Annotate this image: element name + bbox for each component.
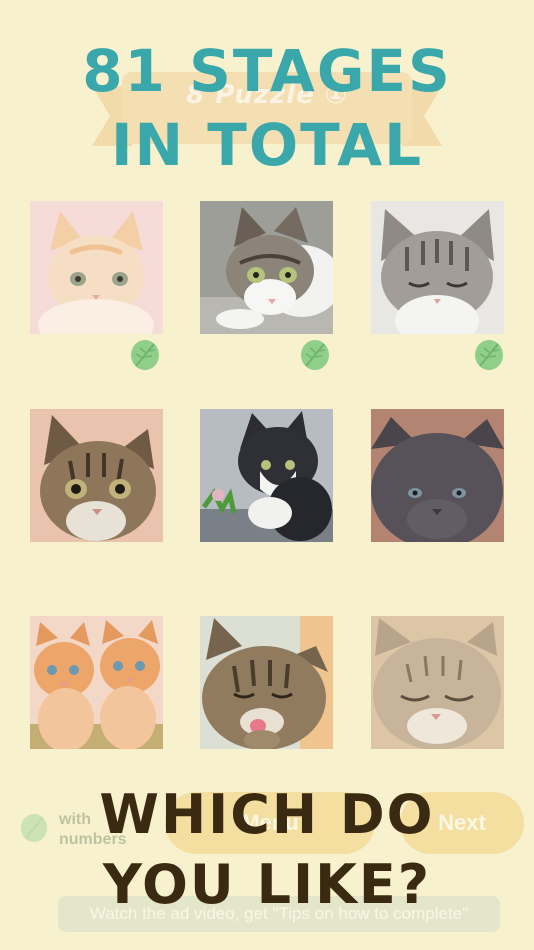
stage-3-cleared-leaf-icon — [475, 340, 503, 370]
two-orange-kittens-image — [30, 616, 163, 749]
tabby-kitten-licking-image — [200, 616, 333, 749]
stages-headline: 81 STAGES IN TOTAL — [0, 42, 534, 174]
stages-headline-line2: IN TOTAL — [110, 111, 424, 179]
stage-tile-6[interactable] — [371, 409, 504, 542]
which-do-you-like-headline: WHICH DO YOU LIKE? — [0, 788, 534, 912]
bottom-headline-line1: WHICH DO — [99, 783, 435, 846]
stage-tile-8[interactable] — [200, 616, 333, 749]
stage-tile-5[interactable] — [200, 409, 333, 542]
black-white-kitten-image — [200, 409, 333, 542]
stage-tile-4[interactable] — [30, 409, 163, 542]
grey-tabby-kitten-image — [371, 201, 504, 334]
app-screen: 8 Puzzle ① 81 STAGES IN TOTAL with numbe… — [0, 0, 534, 950]
stages-headline-line1: 81 STAGES — [82, 37, 452, 105]
stage-tile-3[interactable] — [371, 201, 504, 334]
brown-tabby-kitten-image — [30, 409, 163, 542]
stage-tile-2[interactable] — [200, 201, 333, 334]
stage-1-cleared-leaf-icon — [131, 340, 159, 370]
tabby-white-kitten-image — [200, 201, 333, 334]
sleeping-tabby-kitten-image — [371, 616, 504, 749]
cream-kitten-image — [30, 201, 163, 334]
dark-grey-kitten-image — [371, 409, 504, 542]
stage-tile-7[interactable] — [30, 616, 163, 749]
stage-tile-9[interactable] — [371, 616, 504, 749]
stage-tile-1[interactable] — [30, 201, 163, 334]
stage-2-cleared-leaf-icon — [301, 340, 329, 370]
bottom-headline-line2: YOU LIKE? — [102, 853, 432, 916]
